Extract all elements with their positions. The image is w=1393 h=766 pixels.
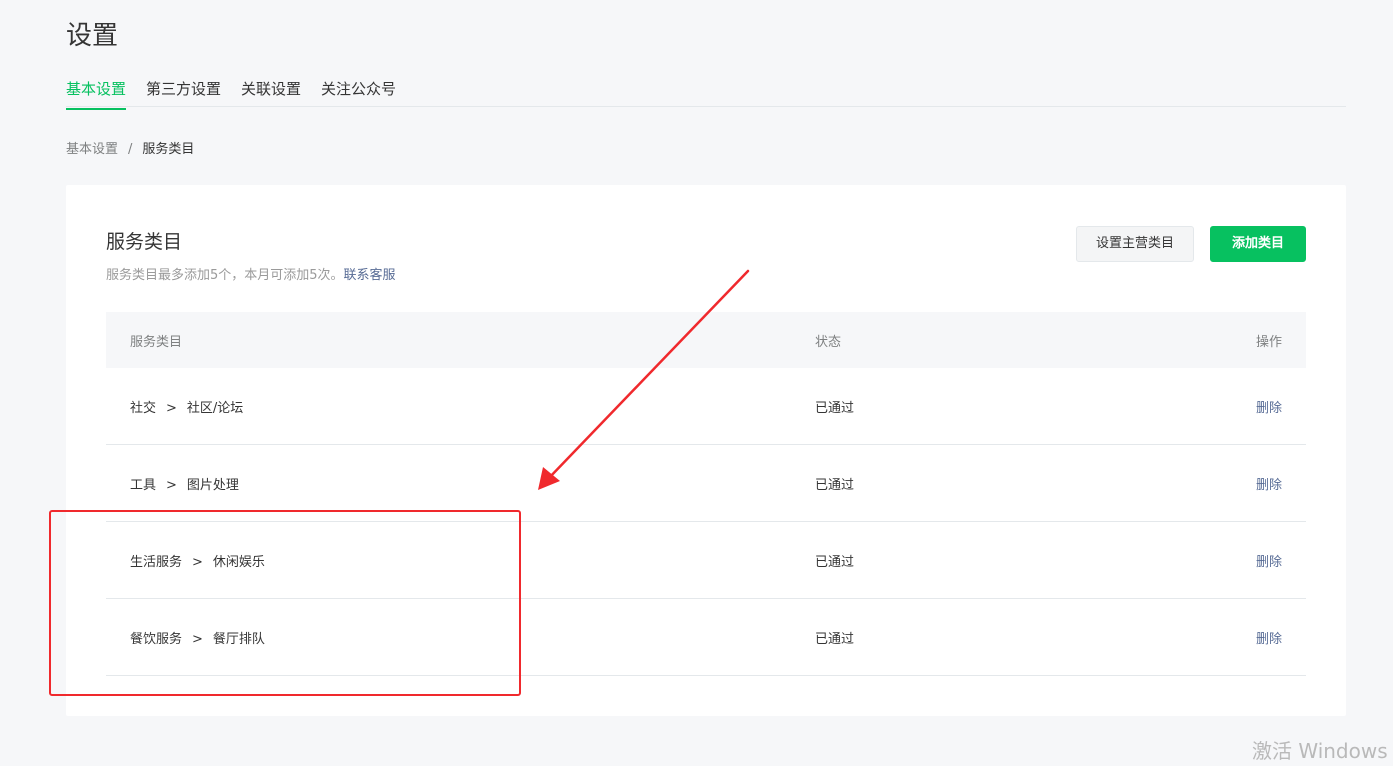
service-category-card: 服务类目 服务类目最多添加5个，本月可添加5次。联系客服 设置主营类目 添加类目… [66,185,1346,716]
primary-category: 生活服务 [130,554,183,570]
delete-link[interactable]: 删除 [1256,555,1282,570]
breadcrumb-current: 服务类目 [142,142,195,157]
secondary-category: 休闲娱乐 [212,554,265,570]
delete-link[interactable]: 删除 [1256,478,1282,493]
tab-basic-settings[interactable]: 基本设置 [66,75,127,110]
secondary-category: 社区/论坛 [186,400,244,416]
tab-linked-settings[interactable]: 关联设置 [241,75,301,106]
card-description: 服务类目最多添加5个，本月可添加5次。联系客服 [106,266,396,286]
page-title: 设置 [66,21,119,51]
category-path: 餐饮服务 > 餐厅排队 [106,628,815,647]
header-category: 服务类目 [130,334,183,350]
category-separator: > [166,477,177,493]
category-separator: > [166,400,177,416]
breadcrumb-parent-link[interactable]: 基本设置 [66,140,118,160]
category-separator: > [192,554,203,570]
settings-tabs: 基本设置 第三方设置 关联设置 关注公众号 [66,75,1346,110]
set-main-category-button[interactable]: 设置主营类目 [1076,226,1194,262]
tab-third-party-settings[interactable]: 第三方设置 [146,75,221,106]
secondary-category: 餐厅排队 [212,631,265,647]
status-text: 已通过 [815,400,855,416]
windows-activation-watermark: 激活 Windows [1252,739,1388,763]
contact-support-link[interactable]: 联系客服 [344,268,396,283]
breadcrumb-separator: / [128,142,133,157]
add-category-button[interactable]: 添加类目 [1210,226,1306,262]
tab-follow-official-account[interactable]: 关注公众号 [321,75,396,106]
table-row: 餐饮服务 > 餐厅排队 已通过 删除 [106,599,1306,676]
delete-link[interactable]: 删除 [1256,401,1282,416]
primary-category: 餐饮服务 [130,631,183,647]
card-title: 服务类目 [106,231,183,253]
category-path: 生活服务 > 休闲娱乐 [106,551,815,570]
primary-category: 工具 [130,477,157,493]
table-row: 社交 > 社区/论坛 已通过 删除 [106,368,1306,445]
breadcrumb: 基本设置 / 服务类目 [66,140,194,160]
status-text: 已通过 [815,477,855,493]
category-path: 社交 > 社区/论坛 [106,397,815,416]
category-path: 工具 > 图片处理 [106,474,815,493]
table-row: 工具 > 图片处理 已通过 删除 [106,445,1306,522]
delete-link[interactable]: 删除 [1256,632,1282,647]
settings-page: 设置 基本设置 第三方设置 关联设置 关注公众号 基本设置 / 服务类目 服务类… [0,0,1393,766]
header-action: 操作 [1255,334,1282,350]
status-text: 已通过 [815,554,855,570]
status-text: 已通过 [815,631,855,647]
card-description-text: 服务类目最多添加5个，本月可添加5次。 [106,268,344,283]
table-header: 服务类目 状态 操作 [106,312,1306,368]
category-table: 服务类目 状态 操作 社交 > 社区/论坛 已通过 删除 工具 > 图片处理 已通过 删… [106,312,1306,676]
primary-category: 社交 [130,400,157,416]
header-status: 状态 [815,334,842,350]
secondary-category: 图片处理 [186,477,239,493]
table-row: 生活服务 > 休闲娱乐 已通过 删除 [106,522,1306,599]
category-separator: > [192,631,203,647]
